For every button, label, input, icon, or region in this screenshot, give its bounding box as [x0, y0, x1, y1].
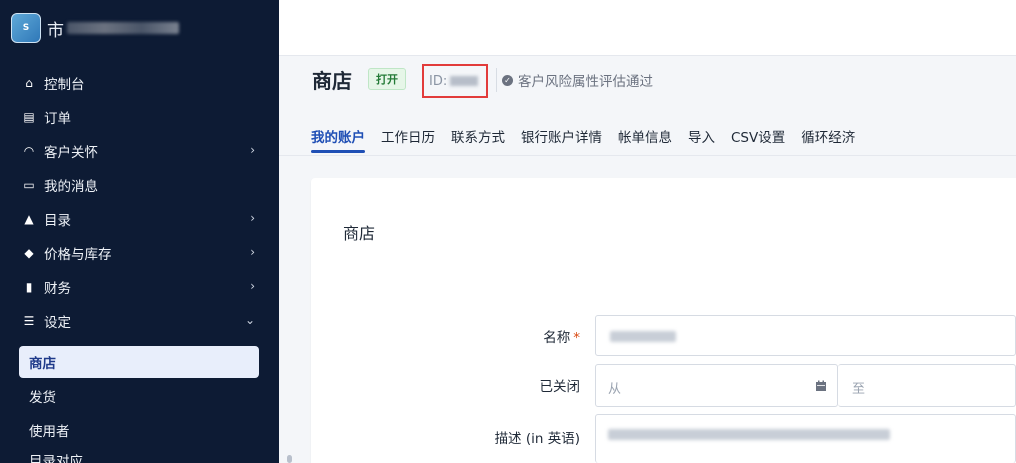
verification-status: ✓ 客户风险属性评估通过 [502, 68, 653, 92]
home-icon: ⌂ [25, 76, 33, 90]
tab-contact[interactable]: 联系方式 [451, 121, 505, 151]
sidebar-item-label: 财务 [44, 281, 71, 297]
tab-import[interactable]: 导入 [688, 121, 715, 151]
description-label: 描述 (in 英语) [494, 431, 580, 447]
sidebar: S 市 ⌂ 控制台 ▤ 订单 ◠ 客户关怀 › ▭ 我的消息 ▲ 目录 › ◆ … [0, 0, 279, 463]
sidebar-item-label: 客户关怀 [44, 145, 98, 161]
tab-my-account[interactable]: 我的账户 [311, 121, 365, 153]
from-placeholder: 从 [608, 382, 622, 397]
closed-from-date-input[interactable]: 从 [595, 364, 838, 407]
sidebar-item-price-stock[interactable]: ◆ 价格与库存 › [0, 236, 279, 270]
sidebar-item-label: 设定 [44, 315, 71, 331]
message-icon: ▭ [23, 178, 35, 192]
store-id: ID: [422, 64, 488, 98]
header-divider [496, 68, 497, 92]
sidebar-subitem-shipping[interactable]: 发货 [19, 380, 259, 412]
page-header: 商店 打开 ID: ✓ 客户风险属性评估通过 [312, 62, 1016, 98]
receipt-icon: ▤ [23, 110, 35, 124]
tab-work-calendar[interactable]: 工作日历 [381, 121, 435, 151]
tab-billing[interactable]: 帐单信息 [618, 121, 672, 151]
tabs-divider [279, 155, 1016, 156]
sidebar-subitem-users[interactable]: 使用者 [19, 414, 259, 446]
sidebar-item-label: 控制台 [44, 77, 85, 93]
sidebar-item-finance[interactable]: ▮ 财务 › [0, 270, 279, 304]
sidebar-item-catalog[interactable]: ▲ 目录 › [0, 202, 279, 236]
sidebar-item-settings[interactable]: ☰ 设定 ⌄ [0, 304, 279, 338]
store-name: 市 [47, 20, 64, 41]
chevron-right-icon: › [250, 245, 255, 259]
top-bar [279, 0, 1016, 56]
status-badge: 打开 [368, 68, 406, 90]
to-placeholder: 至 [852, 382, 866, 397]
name-label-text: 名称 [543, 330, 571, 346]
sidebar-nav: ⌂ 控制台 ▤ 订单 ◠ 客户关怀 › ▭ 我的消息 ▲ 目录 › ◆ 价格与库… [0, 66, 279, 338]
tab-circular-economy[interactable]: 循环经济 [801, 121, 855, 151]
tab-bank-account[interactable]: 银行账户详情 [521, 121, 602, 151]
tab-csv-settings[interactable]: CSV设置 [731, 121, 785, 151]
tag-icon: ◆ [24, 246, 34, 260]
sidebar-item-messages[interactable]: ▭ 我的消息 [0, 168, 279, 202]
store-name-redacted [67, 22, 179, 34]
sliders-icon: ☰ [23, 314, 35, 328]
sidebar-subitem-catalog-mapping[interactable]: 目录对应 [19, 448, 259, 463]
headset-icon: ◠ [23, 144, 35, 158]
sidebar-item-label: 订单 [44, 111, 71, 127]
brand[interactable]: S 市 [0, 0, 279, 56]
shapes-icon: ▲ [24, 212, 34, 226]
description-value-redacted [608, 429, 890, 440]
sidebar-item-orders[interactable]: ▤ 订单 [0, 100, 279, 134]
sidebar-item-label: 我的消息 [44, 179, 98, 195]
required-mark: * [573, 330, 580, 346]
section-title: 商店 [343, 224, 376, 243]
sidebar-item-label: 价格与库存 [44, 247, 112, 263]
check-circle-icon: ✓ [502, 74, 513, 86]
store-logo-icon: S [11, 13, 41, 43]
sidebar-item-customer-care[interactable]: ◠ 客户关怀 › [0, 134, 279, 168]
sidebar-scrollbar[interactable] [287, 455, 292, 463]
name-value-redacted [610, 331, 676, 342]
closed-to-date-input[interactable]: 至 [838, 364, 1016, 407]
description-hint-redacted [602, 452, 802, 463]
store-settings-card: 商店 名称 * 已关闭 从 至 描述 (in 英语) [311, 178, 1016, 463]
sidebar-item-label: 目录 [44, 213, 71, 229]
invoice-icon: ▮ [25, 280, 33, 294]
chevron-right-icon: › [250, 211, 255, 225]
sidebar-subitem-store[interactable]: 商店 [19, 346, 259, 378]
chevron-down-icon: ⌄ [244, 313, 255, 327]
chevron-right-icon: › [250, 143, 255, 157]
closed-label: 已关闭 [539, 379, 581, 395]
name-input[interactable] [595, 315, 1016, 356]
sidebar-item-dashboard[interactable]: ⌂ 控制台 [0, 66, 279, 100]
page-title: 商店 [312, 68, 352, 93]
store-id-label: ID: [429, 73, 448, 89]
tab-bar: 我的账户 工作日历 联系方式 银行账户详情 帐单信息 导入 CSV设置 循环经济 [311, 121, 871, 155]
chevron-right-icon: › [250, 279, 255, 293]
verification-text: 客户风险属性评估通过 [518, 74, 653, 90]
calendar-icon[interactable] [815, 380, 827, 392]
name-label: 名称 * [543, 326, 580, 346]
store-id-redacted [450, 76, 479, 86]
